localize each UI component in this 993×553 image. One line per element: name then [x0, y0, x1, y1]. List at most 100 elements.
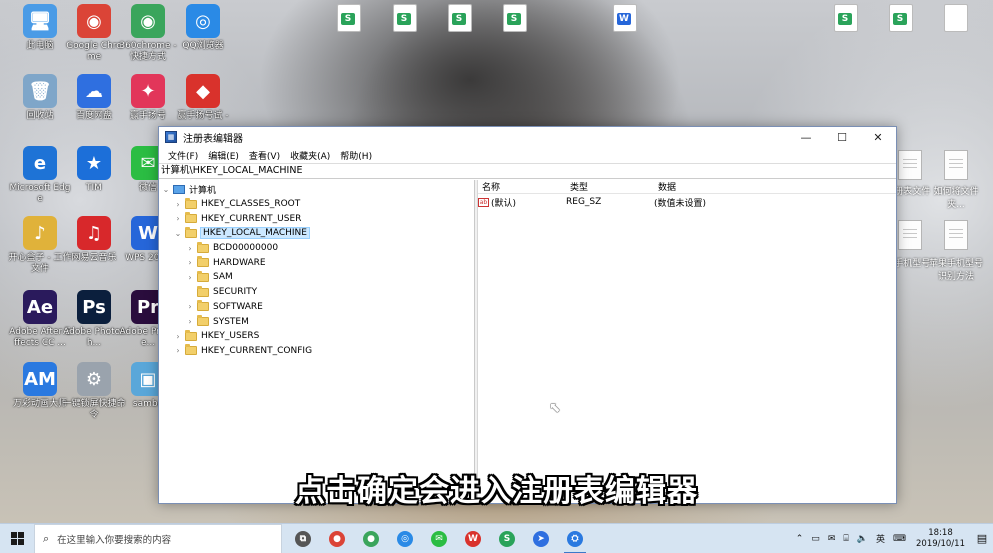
chevron-right-icon[interactable]: › — [173, 346, 183, 355]
tree-node-bcd[interactable]: › BCD00000000 — [159, 241, 474, 256]
string-value-icon: ab — [478, 197, 489, 207]
menu-bar: 文件(F) 编辑(E) 查看(V) 收藏夹(A) 帮助(H) — [159, 147, 896, 163]
window-titlebar[interactable]: ▦ 注册表编辑器 — ☐ ✕ — [159, 127, 896, 147]
values-list[interactable]: 名称 类型 数据 ab (默认) REG_SZ (数值未设置) — [478, 180, 896, 503]
menu-edit[interactable]: 编辑(E) — [203, 149, 244, 162]
tree-node-hku[interactable]: › HKEY_USERS — [159, 329, 474, 344]
taskbar-app-360chrome[interactable]: ● — [354, 524, 388, 553]
chevron-right-icon[interactable]: › — [173, 332, 183, 341]
value-name: (默认) — [491, 198, 517, 209]
tree-label-software: SOFTWARE — [213, 301, 263, 312]
menu-file[interactable]: 文件(F) — [163, 149, 203, 162]
desktop-doc-right-4-label: 苹果手机型号 识别方法 — [928, 259, 983, 282]
app-icon: ☁ — [77, 74, 111, 108]
folder-icon — [185, 344, 197, 356]
tree-node-sam[interactable]: › SAM — [159, 270, 474, 285]
chevron-right-icon[interactable]: › — [173, 214, 183, 223]
app-icon: ★ — [77, 146, 111, 180]
taskbar-app-task-view[interactable]: ⧉ — [286, 524, 320, 553]
folder-icon — [185, 212, 197, 224]
desktop-sheet-file-5[interactable]: S — [834, 4, 858, 32]
tree-node-hardware[interactable]: › HARDWARE — [159, 255, 474, 270]
desktop-sheet-file-1[interactable]: S — [337, 4, 361, 32]
chevron-down-icon[interactable]: ⌄ — [161, 185, 171, 194]
column-header-type[interactable]: 类型 — [566, 180, 654, 193]
start-button[interactable] — [0, 524, 34, 553]
taskbar-app-pointer-app[interactable]: ➤ — [524, 524, 558, 553]
chevron-down-icon[interactable]: ⌄ — [173, 229, 183, 238]
tree-node-hkcr[interactable]: › HKEY_CLASSES_ROOT — [159, 197, 474, 212]
menu-favorites[interactable]: 收藏夹(A) — [285, 149, 335, 162]
tree-node-hkcu[interactable]: › HKEY_CURRENT_USER — [159, 211, 474, 226]
task-view-icon: ⧉ — [295, 530, 311, 547]
tree-node-hklm[interactable]: ⌄ HKEY_LOCAL_MACHINE — [159, 226, 474, 241]
desktop-doc-right-2[interactable] — [944, 150, 968, 180]
tree-label-hkcu: HKEY_CURRENT_USER — [201, 213, 302, 224]
taskbar-app-wechat[interactable]: ✉ — [422, 524, 456, 553]
folder-icon — [197, 285, 209, 297]
chevron-right-icon[interactable]: › — [185, 258, 195, 267]
column-header-name[interactable]: 名称 — [478, 180, 566, 193]
tray-keyboard-icon[interactable]: ⌨ — [889, 534, 910, 544]
tray-video-icon[interactable]: ▭ — [807, 534, 824, 544]
folder-icon — [197, 256, 209, 268]
desktop-sheet-file-6[interactable]: S — [889, 4, 913, 32]
minimize-button[interactable]: — — [788, 127, 824, 147]
tree-label-hku: HKEY_USERS — [201, 331, 260, 342]
tree-node-hkcc[interactable]: › HKEY_CURRENT_CONFIG — [159, 344, 474, 359]
tray-volume-icon[interactable]: 🔈 — [853, 534, 872, 544]
taskbar-app-registry[interactable]: ⛭ — [558, 524, 592, 553]
tray-wechat-icon[interactable]: ✉ — [824, 534, 840, 544]
desktop-icon[interactable]: ◎ QQ浏览器 — [171, 4, 235, 52]
taskbar-clock[interactable]: 18:18 2019/10/11 — [910, 528, 971, 550]
values-header: 名称 类型 数据 — [478, 180, 896, 194]
chevron-right-icon[interactable]: › — [173, 200, 183, 209]
desktop-blank-file[interactable] — [944, 4, 968, 32]
chevron-right-icon[interactable]: › — [185, 273, 195, 282]
taskbar-search-box[interactable]: ⌕ 在这里输入你要搜索的内容 — [34, 523, 282, 553]
input-method-indicator[interactable]: 英 — [872, 532, 889, 545]
chevron-right-icon[interactable]: › — [185, 317, 195, 326]
tray-chevron-up-icon[interactable]: ⌃ — [792, 534, 808, 544]
tree-node-software[interactable]: › SOFTWARE — [159, 300, 474, 315]
address-bar[interactable]: 计算机\HKEY_LOCAL_MACHINE — [159, 163, 896, 179]
wechat-icon: ✉ — [431, 530, 447, 547]
menu-view[interactable]: 查看(V) — [244, 149, 285, 162]
taskbar-app-wps[interactable]: W — [456, 524, 490, 553]
desktop-doc-right-1[interactable] — [898, 150, 922, 180]
tree-label-hklm-selected: HKEY_LOCAL_MACHINE — [200, 227, 310, 240]
tray-network-icon[interactable]: ⌸ — [839, 534, 852, 544]
close-button[interactable]: ✕ — [860, 127, 896, 147]
desktop-doc-file[interactable]: W — [613, 4, 637, 32]
desktop-sheet-file-2[interactable]: S — [393, 4, 417, 32]
desktop-sheet-file-4[interactable]: S — [503, 4, 527, 32]
maximize-button[interactable]: ☐ — [824, 127, 860, 147]
menu-help[interactable]: 帮助(H) — [335, 149, 377, 162]
tree-node-computer[interactable]: ⌄ 计算机 — [159, 182, 474, 197]
pointer-app-icon: ➤ — [533, 530, 549, 547]
chevron-right-icon[interactable]: › — [185, 302, 195, 311]
registry-editor-window[interactable]: ▦ 注册表编辑器 — ☐ ✕ 文件(F) 编辑(E) 查看(V) 收藏夹(A) … — [158, 126, 897, 504]
taskbar-app-chrome[interactable]: ● — [320, 524, 354, 553]
tree-label-sam: SAM — [213, 272, 233, 283]
notification-center-icon[interactable]: ▤ — [971, 524, 993, 553]
taskbar-app-qq-browser[interactable]: ◎ — [388, 524, 422, 553]
value-type: REG_SZ — [566, 197, 602, 207]
tree-label-security: SECURITY — [213, 287, 258, 298]
taskbar: ⌕ 在这里输入你要搜索的内容 ⧉ ● ● ◎ ✉ W S ➤ ⛭ ⌃ ▭ ✉ ⌸ 🔈 英 ⌨ 1… — [0, 523, 993, 553]
tree-label-hardware: HARDWARE — [213, 257, 266, 268]
value-row[interactable]: ab (默认) REG_SZ (数值未设置) — [478, 194, 896, 210]
desktop-icon[interactable]: ◆ 赢手扬号试 - — [171, 74, 235, 122]
desktop-doc-right-3[interactable] — [898, 220, 922, 250]
app-icon: ⚙ — [77, 362, 111, 396]
desktop-doc-right-4[interactable] — [944, 220, 968, 250]
chevron-right-icon[interactable]: › — [185, 244, 195, 253]
tree-node-security[interactable]: SECURITY — [159, 285, 474, 300]
tree-node-system[interactable]: › SYSTEM — [159, 314, 474, 329]
app-icon: e — [23, 146, 57, 180]
column-header-data[interactable]: 数据 — [654, 180, 896, 193]
desktop-sheet-file-3[interactable]: S — [448, 4, 472, 32]
spreadsheet-icon: S — [499, 530, 515, 547]
taskbar-app-spreadsheet[interactable]: S — [490, 524, 524, 553]
key-tree: ⌄ 计算机 › HKEY_CLASSES_ROOT › HKEY_CURRENT… — [159, 180, 475, 503]
